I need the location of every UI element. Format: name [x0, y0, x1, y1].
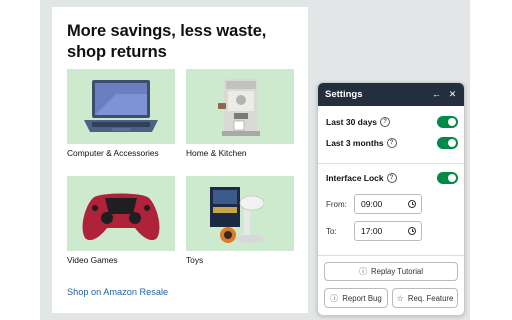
- background-strip-right: [470, 0, 512, 320]
- to-label: To:: [326, 226, 337, 236]
- help-circle-icon: ⓘ: [358, 267, 367, 276]
- settings-panel: Settings ← ✕ Last 30 days ? Last 3 month…: [317, 82, 465, 316]
- tile-label[interactable]: Video Games: [67, 255, 175, 265]
- game-controller-image[interactable]: [67, 176, 175, 251]
- toggle-row-last-30-days: Last 30 days ?: [326, 115, 458, 129]
- espresso-machine-image[interactable]: [186, 69, 294, 144]
- toy-set-image[interactable]: [186, 176, 294, 251]
- toggle-row-last-3-months: Last 3 months ?: [326, 136, 458, 150]
- settings-header: Settings ← ✕: [318, 83, 464, 106]
- clock-icon: [408, 227, 416, 235]
- tile-label[interactable]: Home & Kitchen: [186, 148, 294, 158]
- divider: [318, 255, 464, 256]
- settings-title: Settings: [325, 89, 363, 100]
- info-icon[interactable]: ?: [380, 117, 391, 127]
- back-arrow-icon[interactable]: ←: [431, 89, 442, 100]
- tile-computer-accessories[interactable]: Computer & Accessories: [67, 69, 175, 158]
- from-time-value: 09:00: [361, 199, 383, 209]
- last-3-months-toggle[interactable]: [437, 137, 458, 149]
- divider: [318, 163, 464, 164]
- to-time-input[interactable]: 17:00: [354, 221, 422, 241]
- toggle-row-interface-lock: Interface Lock ?: [326, 171, 458, 185]
- request-feature-button[interactable]: ☆ Req. Feature: [392, 288, 458, 308]
- tile-label[interactable]: Toys: [186, 255, 294, 265]
- star-icon: ☆: [396, 293, 404, 303]
- tile-toys[interactable]: Toys: [186, 176, 294, 265]
- from-time-input[interactable]: 09:00: [354, 194, 422, 214]
- laptop-image[interactable]: [67, 69, 175, 144]
- toggle-label: Last 30 days: [326, 117, 378, 127]
- replay-tutorial-button[interactable]: ⓘ Replay Tutorial: [324, 262, 458, 281]
- toggle-label: Interface Lock: [326, 173, 384, 183]
- tile-label[interactable]: Computer & Accessories: [67, 148, 175, 158]
- to-time-value: 17:00: [361, 226, 383, 236]
- replay-tutorial-label: Replay Tutorial: [370, 267, 423, 276]
- shop-resale-link[interactable]: Shop on Amazon Resale: [67, 287, 168, 297]
- clock-icon: [408, 200, 416, 208]
- request-feature-label: Req. Feature: [407, 293, 454, 303]
- tile-home-kitchen[interactable]: Home & Kitchen: [186, 69, 294, 158]
- last-30-days-toggle[interactable]: [437, 116, 458, 128]
- close-icon[interactable]: ✕: [447, 89, 458, 100]
- to-time-row: To: 17:00: [326, 220, 458, 242]
- info-icon[interactable]: ?: [386, 173, 397, 183]
- info-icon[interactable]: ?: [386, 138, 397, 148]
- card-title: More savings, less waste, shop returns: [67, 22, 267, 61]
- from-label: From:: [326, 199, 347, 209]
- background-strip-left: [0, 0, 40, 320]
- returns-card: More savings, less waste, shop returns C…: [52, 7, 308, 313]
- help-circle-icon: ⓘ: [330, 293, 339, 303]
- toggle-label: Last 3 months: [326, 138, 384, 148]
- from-time-row: From: 09:00: [326, 193, 458, 215]
- tile-video-games[interactable]: Video Games: [67, 176, 175, 265]
- interface-lock-toggle[interactable]: [437, 172, 458, 184]
- report-bug-button[interactable]: ⓘ Report Bug: [324, 288, 388, 308]
- report-bug-label: Report Bug: [342, 293, 382, 303]
